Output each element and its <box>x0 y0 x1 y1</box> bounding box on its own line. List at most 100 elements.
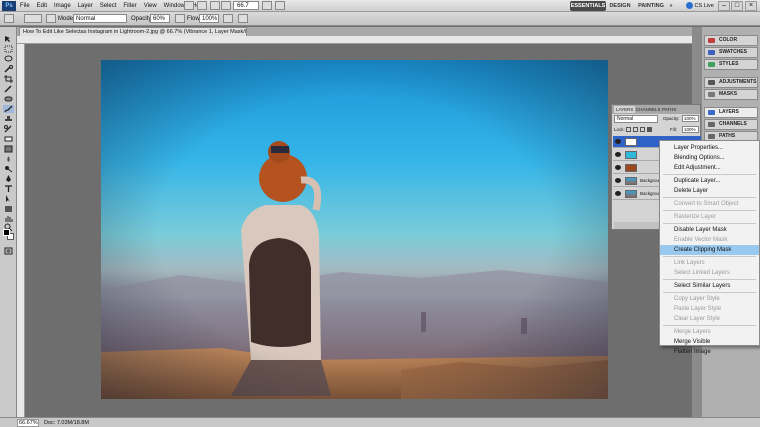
dock-masks[interactable]: MASKS <box>704 89 758 100</box>
menu-filter[interactable]: Filter <box>123 0 136 12</box>
move-tool-icon[interactable] <box>3 35 14 43</box>
marquee-tool-icon[interactable] <box>3 45 14 53</box>
pen-tool-icon[interactable] <box>3 175 14 183</box>
menu-image[interactable]: Image <box>54 0 71 12</box>
menu-window[interactable]: Window <box>164 0 185 12</box>
menu-item-layer-properties[interactable]: Layer Properties... <box>660 143 759 153</box>
brush-panel-icon[interactable] <box>46 14 56 23</box>
layer-opacity-field[interactable]: 100% <box>682 115 699 122</box>
layers-icon <box>708 110 715 115</box>
eye-icon[interactable] <box>615 165 621 170</box>
menu-select[interactable]: Select <box>100 0 117 12</box>
menu-edit[interactable]: Edit <box>37 0 47 12</box>
tab-paths[interactable]: PATHS <box>662 106 676 113</box>
menu-item-duplicate-layer[interactable]: Duplicate Layer... <box>660 176 759 186</box>
blend-mode-select[interactable]: Normal <box>614 115 658 123</box>
airbrush-icon[interactable] <box>223 14 233 23</box>
menu-separator <box>663 292 756 293</box>
menu-item-select-linked-layers: Select Linked Layers <box>674 270 730 276</box>
layer-thumbnail <box>625 138 637 146</box>
menu-file[interactable]: File <box>20 0 30 12</box>
bridge-icon[interactable] <box>184 1 194 10</box>
mode-select[interactable]: Normal <box>73 14 127 23</box>
brush-tool-icon[interactable] <box>3 105 14 113</box>
lock-label: Lock: <box>614 127 625 132</box>
tab-channels[interactable]: CHANNELS <box>636 106 661 113</box>
status-doc-size[interactable]: Doc: 7.03M/18.8M <box>44 419 144 427</box>
menu-item-blending-options[interactable]: Blending Options... <box>660 153 759 163</box>
cs-live[interactable]: CS Live <box>686 1 714 11</box>
fill-field[interactable]: 100% <box>682 126 699 133</box>
dock-swatches[interactable]: SWATCHES <box>704 47 758 58</box>
photo-canvas[interactable] <box>101 60 608 399</box>
opacity-field[interactable]: 60% <box>150 14 170 23</box>
dock-layers[interactable]: LAYERS <box>704 107 758 118</box>
shape-tool-icon[interactable] <box>3 205 14 213</box>
type-tool-icon[interactable] <box>3 185 14 193</box>
eye-icon[interactable] <box>615 191 621 196</box>
close-button[interactable]: × <box>745 1 757 11</box>
pressure-opacity-icon[interactable] <box>175 14 185 23</box>
history-brush-tool-icon[interactable] <box>3 125 14 133</box>
layers-panel-tabs: LAYERS CHANNELS PATHS <box>612 105 700 114</box>
healing-brush-tool-icon[interactable] <box>3 95 14 103</box>
eye-icon[interactable] <box>615 178 621 183</box>
menu-layer[interactable]: Layer <box>78 0 93 12</box>
dock-styles[interactable]: STYLES <box>704 59 758 70</box>
workspace-design[interactable]: DESIGN <box>609 1 631 11</box>
menu-item-disable-layer-mask[interactable]: Disable Layer Mask <box>660 225 759 235</box>
menu-separator <box>663 256 756 257</box>
maximize-button[interactable]: □ <box>731 1 743 11</box>
eyedropper-tool-icon[interactable] <box>3 85 14 93</box>
workspace-essentials[interactable]: ESSENTIALS <box>570 1 606 11</box>
menu-view[interactable]: View <box>144 0 157 12</box>
menu-item-merge-layers: Merge Layers <box>674 329 711 335</box>
eye-icon[interactable] <box>615 152 621 157</box>
pressure-size-icon[interactable] <box>238 14 248 23</box>
eye-icon[interactable] <box>615 139 621 144</box>
dock-color[interactable]: COLOR <box>704 35 758 46</box>
mini-bridge-icon[interactable] <box>197 1 207 10</box>
status-zoom[interactable]: 66.67% <box>17 419 39 427</box>
zoom-level[interactable]: 66.7 <box>233 1 259 10</box>
path-selection-tool-icon[interactable] <box>3 195 14 203</box>
gradient-tool-icon[interactable] <box>3 145 14 153</box>
clone-stamp-tool-icon[interactable] <box>3 115 14 123</box>
dodge-tool-icon[interactable] <box>3 165 14 173</box>
lock-pixels-icon[interactable] <box>633 127 638 132</box>
dock-adjustments[interactable]: ADJUSTMENTS <box>704 77 758 88</box>
lasso-tool-icon[interactable] <box>3 55 14 63</box>
flow-field[interactable]: 100% <box>199 14 219 23</box>
blur-tool-icon[interactable] <box>3 155 14 163</box>
crop-tool-icon[interactable] <box>3 75 14 83</box>
menu-item-merge-visible[interactable]: Merge Visible <box>660 337 759 347</box>
eraser-tool-icon[interactable] <box>3 135 14 143</box>
quick-mask-icon[interactable] <box>3 247 14 255</box>
lock-position-icon[interactable] <box>640 127 645 132</box>
hand-tool-icon[interactable] <box>210 1 220 10</box>
document-tab[interactable]: How To Edit Like Selectas Instagram in L… <box>19 27 247 36</box>
zoom-tool-icon[interactable] <box>221 1 231 10</box>
layer-opacity-label: Opacity: <box>663 116 680 121</box>
quick-selection-tool-icon[interactable] <box>3 65 14 73</box>
menu-item-select-similar-layers[interactable]: Select Similar Layers <box>660 281 759 291</box>
brush-picker-icon[interactable] <box>24 14 42 23</box>
workspace-more[interactable]: » <box>667 1 675 11</box>
screen-mode-icon[interactable] <box>275 1 285 10</box>
lock-all-icon[interactable] <box>647 127 652 132</box>
foreground-color-swatch[interactable] <box>3 229 10 236</box>
workspace-painting[interactable]: PAINTING <box>636 1 666 11</box>
tab-layers[interactable]: LAYERS <box>614 106 636 113</box>
minimize-button[interactable]: – <box>718 1 730 11</box>
menu-item-delete-layer[interactable]: Delete Layer <box>660 186 759 196</box>
brush-preset-icon[interactable] <box>4 14 14 23</box>
menu-item-edit-adjustment[interactable]: Edit Adjustment... <box>660 163 759 173</box>
lock-transparency-icon[interactable] <box>626 127 631 132</box>
arrange-documents-icon[interactable] <box>262 1 272 10</box>
hand-tool-icon[interactable] <box>3 215 14 223</box>
menu-item-flatten-image[interactable]: Flatten Image <box>660 347 759 357</box>
dock-channels[interactable]: CHANNELS <box>704 119 758 130</box>
fill-label: Fill: <box>670 127 677 132</box>
menu-item-paste-layer-style: Paste Layer Style <box>674 306 722 312</box>
menu-item-create-clipping-mask[interactable]: Create Clipping Mask <box>660 245 759 255</box>
